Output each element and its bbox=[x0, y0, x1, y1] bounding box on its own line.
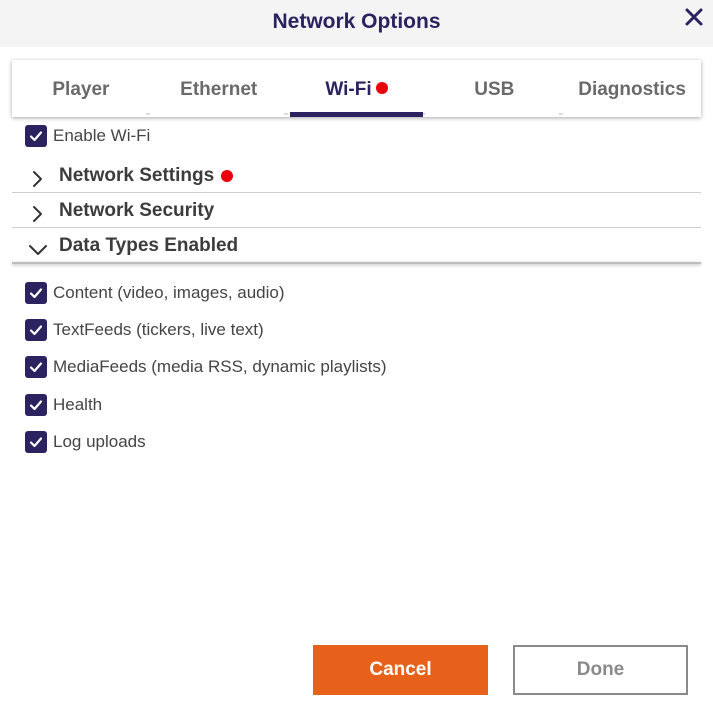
checkmark-icon bbox=[29, 362, 43, 373]
section-network-security[interactable]: Network Security bbox=[12, 193, 701, 228]
section-title: Network Settings bbox=[59, 164, 215, 186]
tab-bar: Player Ethernet Wi-Fi USB Diagnostics bbox=[12, 60, 701, 117]
tab-label: Wi-Fi bbox=[325, 79, 372, 100]
cancel-button[interactable]: Cancel bbox=[313, 645, 488, 695]
section-title: Data Types Enabled bbox=[59, 234, 239, 256]
dialog-title: Network Options bbox=[272, 10, 441, 33]
chevron-right-icon bbox=[33, 170, 42, 187]
tab-label: Ethernet bbox=[180, 79, 258, 100]
tab-diagnostics[interactable]: Diagnostics bbox=[563, 60, 701, 117]
mediafeeds-label: MediaFeeds (media RSS, dynamic playlists… bbox=[53, 357, 387, 376]
enable-wifi-checkbox[interactable] bbox=[25, 125, 47, 147]
section-data-types-enabled[interactable]: Data Types Enabled bbox=[12, 228, 701, 263]
mediafeeds-checkbox[interactable] bbox=[25, 356, 47, 378]
checkmark-icon bbox=[29, 437, 43, 448]
tab-label: USB bbox=[474, 79, 515, 100]
data-type-mediafeeds-row: MediaFeeds (media RSS, dynamic playlists… bbox=[25, 355, 387, 379]
data-type-log-uploads-row: Log uploads bbox=[25, 430, 146, 454]
health-checkbox[interactable] bbox=[25, 394, 47, 416]
data-type-health-row: Health bbox=[25, 393, 102, 417]
enable-wifi-label: Enable Wi-Fi bbox=[53, 126, 151, 145]
checkmark-icon bbox=[29, 325, 43, 336]
log-uploads-checkbox[interactable] bbox=[25, 431, 47, 453]
tab-ethernet[interactable]: Ethernet bbox=[150, 60, 288, 117]
textfeeds-label: TextFeeds (tickers, live text) bbox=[53, 320, 264, 339]
checkmark-icon bbox=[29, 400, 43, 411]
data-type-textfeeds-row: TextFeeds (tickers, live text) bbox=[25, 318, 264, 342]
done-button-label: Done bbox=[576, 659, 625, 680]
alert-dot bbox=[375, 82, 388, 94]
done-button[interactable]: Done bbox=[513, 645, 688, 695]
close-button[interactable] bbox=[681, 4, 707, 30]
section-network-settings[interactable]: Network Settings bbox=[12, 158, 701, 193]
enable-wifi-row: Enable Wi-Fi bbox=[25, 124, 150, 148]
section-title: Network Security bbox=[59, 199, 215, 221]
content-checkbox[interactable] bbox=[25, 282, 47, 304]
divider bbox=[12, 262, 701, 264]
alert-dot bbox=[221, 169, 234, 182]
tab-usb[interactable]: USB bbox=[425, 60, 563, 117]
health-label: Health bbox=[53, 395, 103, 414]
tab-label: Player bbox=[52, 79, 110, 100]
chevron-right-icon bbox=[33, 205, 42, 222]
cancel-button-label: Cancel bbox=[369, 659, 432, 680]
checkmark-icon bbox=[29, 288, 43, 299]
chevron-down-icon bbox=[29, 244, 47, 255]
close-icon bbox=[685, 8, 703, 26]
content-label: Content (video, images, audio) bbox=[53, 283, 285, 302]
dialog-header: Network Options bbox=[0, 0, 713, 47]
textfeeds-checkbox[interactable] bbox=[25, 319, 47, 341]
checkmark-icon bbox=[29, 131, 43, 142]
tab-wifi[interactable]: Wi-Fi bbox=[288, 60, 426, 117]
tab-label: Diagnostics bbox=[578, 79, 686, 100]
data-type-content-row: Content (video, images, audio) bbox=[25, 281, 285, 305]
log-uploads-label: Log uploads bbox=[53, 432, 146, 451]
tab-player[interactable]: Player bbox=[12, 60, 150, 117]
